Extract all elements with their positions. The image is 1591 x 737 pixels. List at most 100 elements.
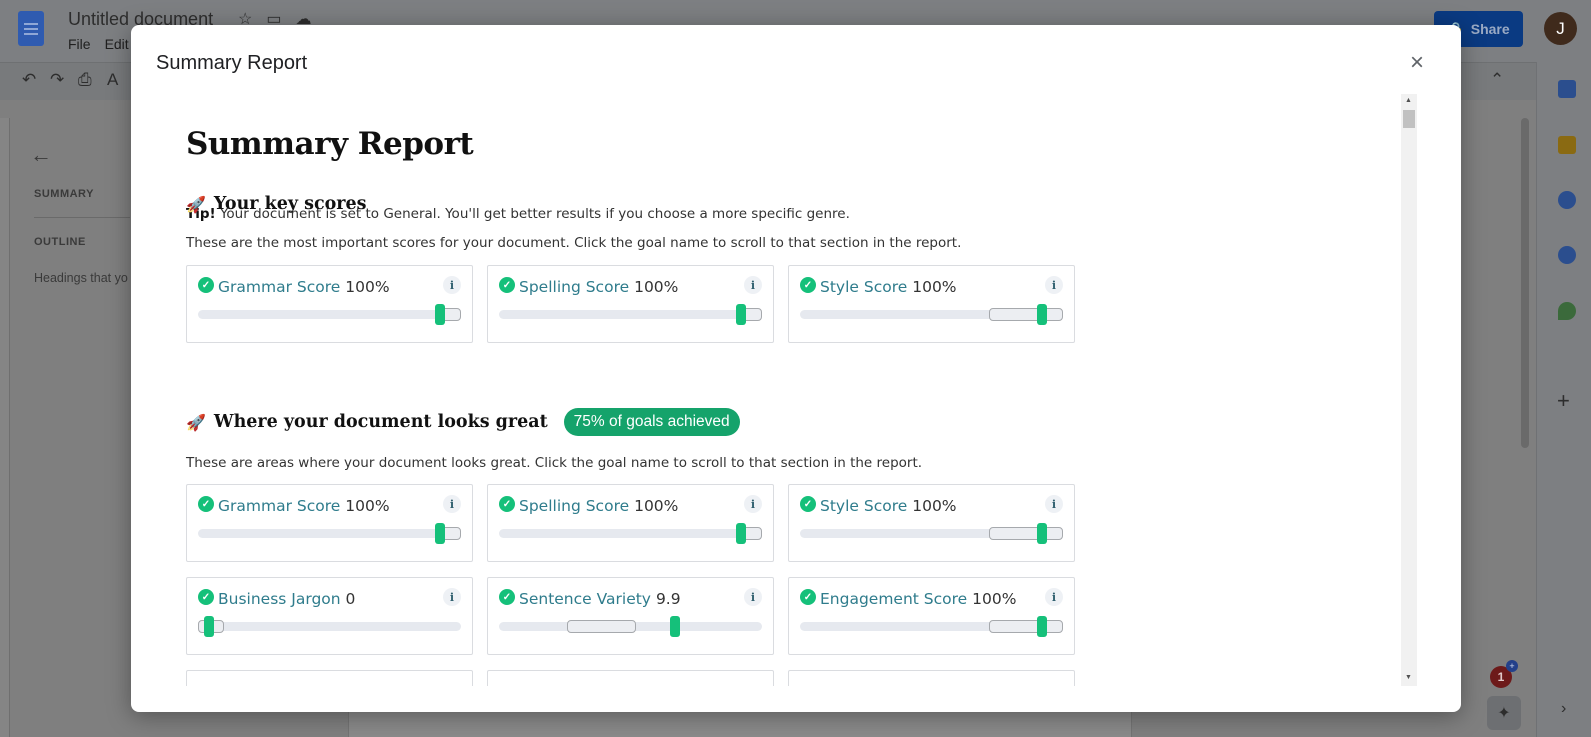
score-marker <box>735 304 746 325</box>
goal-value: 0 <box>345 590 356 608</box>
back-arrow-icon[interactable]: ← <box>30 142 52 168</box>
key-scores-title: Your key scores <box>213 194 367 214</box>
goal-card: ✓ Grammar Score 100% i <box>186 265 473 343</box>
score-track <box>800 616 1063 637</box>
goal-name-link[interactable]: Style Score 100% <box>820 497 957 515</box>
plus-icon: + <box>1506 660 1518 672</box>
score-marker <box>670 616 681 637</box>
goal-name: Sentence Variety <box>519 590 651 608</box>
score-track <box>499 523 762 544</box>
target-range <box>567 620 636 633</box>
goal-name: Engagement Score <box>820 590 968 608</box>
scroll-up-icon[interactable]: ▲ <box>1405 97 1412 104</box>
looks-great-heading: 🚀 Where your document looks great 75% of… <box>186 408 740 436</box>
expand-panel-icon[interactable]: › <box>1561 700 1566 718</box>
spellcheck-icon[interactable]: A <box>107 70 118 90</box>
goal-name: Grammar Score <box>218 278 341 296</box>
goal-name: Business Jargon <box>218 590 341 608</box>
goal-card: ✓ Spelling Score 100% i <box>487 484 774 562</box>
info-icon[interactable]: i <box>744 495 762 513</box>
goal-name-link[interactable]: Business Jargon 0 <box>218 590 355 608</box>
goal-value: 100% <box>634 278 679 296</box>
contacts-icon[interactable] <box>1558 246 1576 264</box>
tasks-icon[interactable] <box>1558 191 1576 209</box>
key-scores-heading: 🚀 Your key scores <box>186 194 367 214</box>
info-icon[interactable]: i <box>443 276 461 294</box>
score-marker <box>434 304 445 325</box>
goal-name-link[interactable]: Style Score 100% <box>820 278 957 296</box>
keep-icon[interactable] <box>1558 136 1576 154</box>
score-track <box>800 523 1063 544</box>
undo-icon[interactable]: ↶ <box>22 70 36 90</box>
summary-report-dialog: Summary Report × Summary Report Tip! You… <box>131 25 1461 712</box>
redo-icon[interactable]: ↷ <box>50 70 64 90</box>
dialog-title: Summary Report <box>156 52 308 74</box>
add-addon-icon[interactable]: + <box>1557 388 1570 414</box>
sidebar-outline-label: OUTLINE <box>34 236 86 248</box>
score-track <box>499 616 762 637</box>
scroll-down-icon[interactable]: ▼ <box>1405 674 1412 681</box>
key-scores-description: These are the most important scores for … <box>186 235 962 251</box>
check-icon: ✓ <box>198 277 214 293</box>
outline-hint: Headings that yo document will ap <box>34 271 134 285</box>
collapse-toolbar-icon[interactable]: ⌃ <box>1490 70 1504 90</box>
goal-name: Grammar Score <box>218 497 341 515</box>
info-icon[interactable]: i <box>1045 588 1063 606</box>
avatar[interactable]: J <box>1544 12 1577 45</box>
goal-value: 100% <box>972 590 1017 608</box>
check-icon: ✓ <box>198 496 214 512</box>
goal-name-link[interactable]: Engagement Score 100% <box>820 590 1016 608</box>
goal-card: ✓ Style Score 100% i <box>788 265 1075 343</box>
check-icon: ✓ <box>198 589 214 605</box>
goal-name-link[interactable]: Grammar Score 100% <box>218 278 390 296</box>
calendar-icon[interactable] <box>1558 80 1576 98</box>
goal-value: 100% <box>345 278 390 296</box>
sidebar-summary-label: SUMMARY <box>34 188 94 200</box>
looks-great-title: Where your document looks great <box>213 412 548 432</box>
menu-bar: File Edit <box>68 36 129 52</box>
check-icon: ✓ <box>800 277 816 293</box>
info-icon[interactable]: i <box>744 588 762 606</box>
check-icon: ✓ <box>499 589 515 605</box>
score-marker <box>1036 523 1047 544</box>
vertical-ruler <box>0 118 10 737</box>
score-marker <box>1036 304 1047 325</box>
score-track <box>800 304 1063 325</box>
report-content[interactable]: Summary Report Tip! Your document is set… <box>155 94 1431 686</box>
document-scrollbar[interactable] <box>1521 118 1529 448</box>
docs-logo-icon[interactable] <box>18 11 44 46</box>
goal-card: ✓ Sentence Variety 9.9 i <box>487 577 774 655</box>
goal-card-partial <box>788 670 1075 686</box>
score-track <box>198 523 461 544</box>
check-icon: ✓ <box>800 496 816 512</box>
looks-great-description: These are areas where your document look… <box>186 455 923 471</box>
goal-card: ✓ Grammar Score 100% i <box>186 484 473 562</box>
print-icon[interactable]: ⎙ <box>78 70 92 90</box>
info-icon[interactable]: i <box>744 276 762 294</box>
close-icon[interactable]: × <box>1403 49 1431 77</box>
target-range <box>989 527 1063 540</box>
menu-edit[interactable]: Edit <box>105 36 129 52</box>
goal-name: Spelling Score <box>519 497 630 515</box>
info-icon[interactable]: i <box>1045 276 1063 294</box>
info-icon[interactable]: i <box>443 495 461 513</box>
maps-icon[interactable] <box>1558 302 1576 320</box>
goal-value: 100% <box>345 497 390 515</box>
score-marker <box>735 523 746 544</box>
goal-name-link[interactable]: Spelling Score 100% <box>519 278 678 296</box>
goal-name-link[interactable]: Sentence Variety 9.9 <box>519 590 681 608</box>
rocket-icon: 🚀 <box>186 194 206 214</box>
rocket-icon: 🚀 <box>186 412 206 432</box>
goal-name-link[interactable]: Spelling Score 100% <box>519 497 678 515</box>
explore-button[interactable]: ✦ <box>1487 696 1521 730</box>
goal-value: 9.9 <box>655 590 681 608</box>
goal-name-link[interactable]: Grammar Score 100% <box>218 497 390 515</box>
score-track <box>198 616 461 637</box>
goal-card: ✓ Engagement Score 100% i <box>788 577 1075 655</box>
scrollbar-thumb[interactable] <box>1403 110 1415 128</box>
report-scrollbar[interactable]: ▲ ▼ <box>1401 94 1417 686</box>
menu-file[interactable]: File <box>68 36 91 52</box>
score-marker <box>1036 616 1047 637</box>
info-icon[interactable]: i <box>443 588 461 606</box>
info-icon[interactable]: i <box>1045 495 1063 513</box>
